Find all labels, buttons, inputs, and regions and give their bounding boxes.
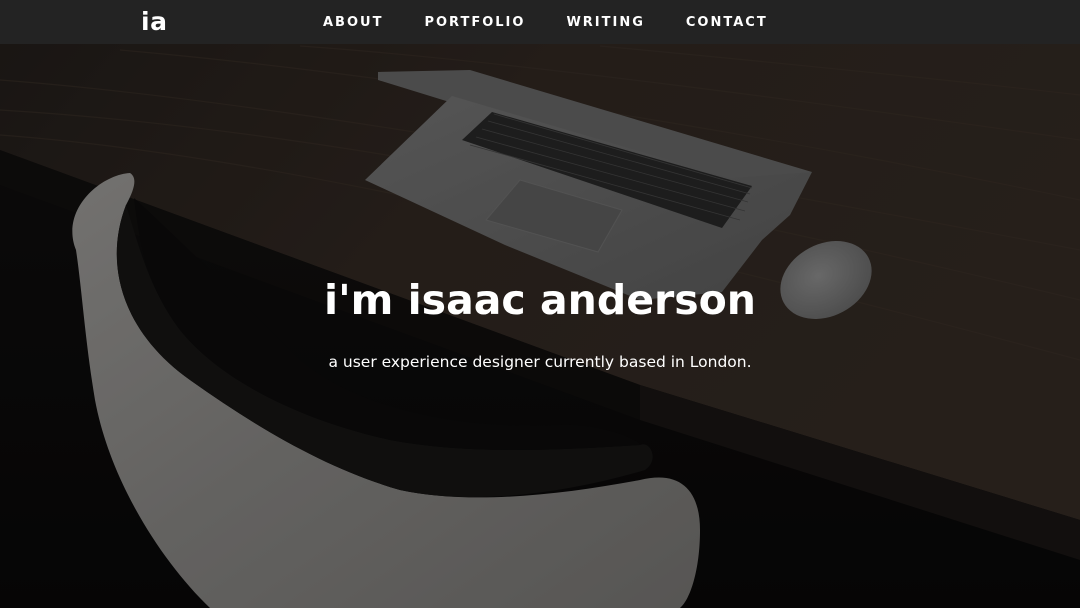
nav-link-about[interactable]: ABOUT xyxy=(323,15,383,30)
hero-subtitle: a user experience designer currently bas… xyxy=(328,353,752,371)
nav-link-portfolio[interactable]: PORTFOLIO xyxy=(424,15,525,30)
nav-link-contact[interactable]: CONTACT xyxy=(686,15,768,30)
logo-link[interactable]: ia xyxy=(141,6,167,38)
nav-link-writing[interactable]: WRITING xyxy=(566,15,644,30)
top-navigation-bar: ia ABOUT PORTFOLIO WRITING CONTACT xyxy=(0,0,1080,44)
hero-title: i'm isaac anderson xyxy=(324,276,756,324)
page: ia ABOUT PORTFOLIO WRITING CONTACT i'm i… xyxy=(0,0,1080,608)
nav-links: ABOUT PORTFOLIO WRITING CONTACT xyxy=(323,0,768,44)
